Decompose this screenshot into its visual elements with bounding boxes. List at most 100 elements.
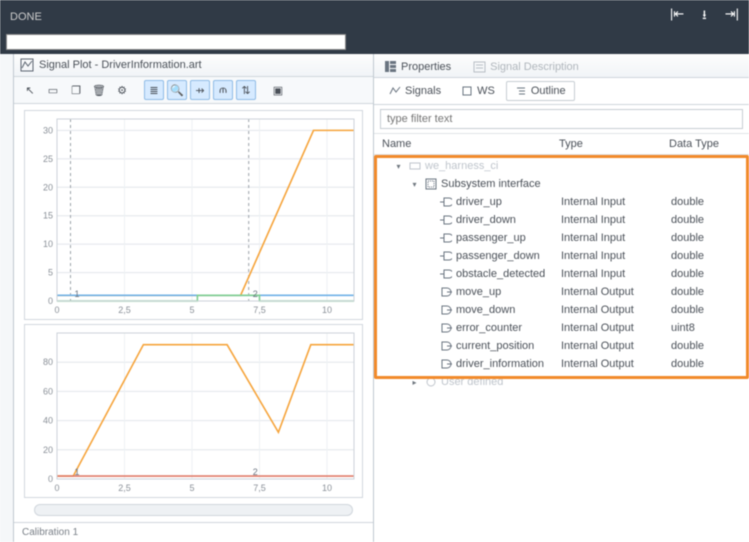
download-icon[interactable]: ⭳ <box>702 6 707 28</box>
plot-scrollbar[interactable] <box>34 504 353 516</box>
tree-row[interactable]: move_up Internal Output double <box>380 283 743 301</box>
tool-cursor1-icon[interactable]: ⇸ <box>190 80 210 100</box>
subtab-outline[interactable]: Outline <box>506 81 575 101</box>
signal-datatype: double <box>671 340 743 352</box>
calibration-label: Calibration 1 <box>14 522 373 542</box>
chart-top[interactable]: 05101520253002,557,51012 <box>24 110 363 320</box>
port-in-icon <box>440 269 452 279</box>
tool-cursor2-icon[interactable]: ⫙ <box>213 80 233 100</box>
signal-datatype: uint8 <box>671 322 743 334</box>
col-name[interactable]: Name <box>382 138 559 150</box>
properties-panel: Properties Signal Description Signals WS… <box>374 54 749 542</box>
tab-properties-label: Properties <box>401 61 451 73</box>
signal-name: driver_up <box>456 196 502 208</box>
svg-text:60: 60 <box>43 386 53 396</box>
outline-tree[interactable]: ▾ we_harness_ci ▾ Subsystem interface dr… <box>374 155 749 542</box>
tab-signal-description[interactable]: Signal Description <box>471 58 581 75</box>
signal-plot-icon <box>20 58 34 72</box>
signal-type: Internal Input <box>561 214 671 226</box>
workspace: Signal Plot - DriverInformation.art ↖ ▭ … <box>0 54 749 542</box>
signal-name: driver_down <box>456 214 516 226</box>
jump-end-icon[interactable]: ⇥| <box>725 6 739 28</box>
tree-row-truncated[interactable]: ▾ we_harness_ci <box>380 157 743 175</box>
signal-type: Internal Output <box>561 358 671 370</box>
svg-text:2,5: 2,5 <box>118 483 131 493</box>
expand-icon[interactable]: ▸ <box>410 378 419 387</box>
tree-row[interactable]: current_position Internal Output double <box>380 337 743 355</box>
svg-text:30: 30 <box>43 125 53 135</box>
col-type[interactable]: Type <box>559 138 669 150</box>
chart-bottom[interactable]: 02040608002,557,51012 <box>24 324 363 498</box>
tool-list-icon[interactable]: ≣ <box>144 80 164 100</box>
port-in-icon <box>440 215 452 225</box>
svg-text:80: 80 <box>43 357 53 367</box>
subtab-signals-label: Signals <box>405 85 441 97</box>
signal-type: Internal Output <box>561 340 671 352</box>
svg-text:10: 10 <box>322 483 332 493</box>
signal-datatype: double <box>671 304 743 316</box>
signal-plot-panel: Signal Plot - DriverInformation.art ↖ ▭ … <box>14 54 374 542</box>
expand-icon[interactable]: ▾ <box>394 162 403 171</box>
signal-plot-title: Signal Plot - DriverInformation.art <box>39 59 202 71</box>
tree-label: User defined <box>441 376 503 388</box>
svg-text:0: 0 <box>48 474 53 484</box>
address-input[interactable] <box>6 34 346 50</box>
tree-row-group[interactable]: ▾ Subsystem interface <box>380 175 743 193</box>
svg-text:20: 20 <box>43 445 53 455</box>
svg-text:5: 5 <box>189 483 194 493</box>
signal-name: passenger_up <box>456 232 526 244</box>
tool-trash-icon[interactable]: 🗑 <box>89 80 109 100</box>
signal-type: Internal Input <box>561 268 671 280</box>
signal-name: current_position <box>456 340 534 352</box>
tree-row[interactable]: obstacle_detected Internal Input double <box>380 265 743 283</box>
filter-input[interactable] <box>380 109 743 129</box>
subtab-signals[interactable]: Signals <box>380 81 450 101</box>
svg-text:20: 20 <box>43 182 53 192</box>
jump-start-icon[interactable]: |⇤ <box>670 6 684 28</box>
tree-row[interactable]: driver_up Internal Input double <box>380 193 743 211</box>
tool-sort-icon[interactable]: ⇅ <box>236 80 256 100</box>
signal-type: Internal Output <box>561 286 671 298</box>
status-label: DONE <box>10 11 42 23</box>
port-in-icon <box>440 233 452 243</box>
port-in-icon <box>440 251 452 261</box>
col-datatype[interactable]: Data Type <box>669 138 741 150</box>
svg-text:25: 25 <box>43 154 53 164</box>
right-sub-tabs: Signals WS Outline <box>374 78 749 105</box>
tree-row[interactable]: passenger_down Internal Input double <box>380 247 743 265</box>
tree-row[interactable]: move_down Internal Output double <box>380 301 743 319</box>
tree-row[interactable]: driver_down Internal Input double <box>380 211 743 229</box>
expand-icon[interactable]: ▾ <box>410 180 419 189</box>
port-out-icon <box>440 323 452 333</box>
port-out-icon <box>440 287 452 297</box>
tool-config-icon[interactable]: ⚙ <box>112 80 132 100</box>
address-bar <box>0 34 749 54</box>
signal-datatype: double <box>671 286 743 298</box>
outline-icon <box>515 85 527 97</box>
tool-zoom-icon[interactable]: 🔍 <box>167 80 187 100</box>
tree-row[interactable]: error_counter Internal Output uint8 <box>380 319 743 337</box>
tab-properties[interactable]: Properties <box>382 58 453 75</box>
tree-row[interactable]: driver_information Internal Output doubl… <box>380 355 743 373</box>
signal-type: Internal Output <box>561 322 671 334</box>
subtab-ws[interactable]: WS <box>452 81 504 101</box>
tree-label: Subsystem interface <box>441 178 541 190</box>
tool-fit-icon[interactable]: ▣ <box>268 80 288 100</box>
signal-datatype: double <box>671 232 743 244</box>
tool-save-icon[interactable]: ▭ <box>43 80 63 100</box>
svg-text:10: 10 <box>43 239 53 249</box>
tree-row-truncated[interactable]: ▸ User defined <box>380 373 743 391</box>
topbar-controls: |⇤ ⭳ ⇥| <box>670 6 739 28</box>
svg-text:2: 2 <box>253 289 258 299</box>
subsystem-icon <box>425 178 437 190</box>
top-bar: DONE |⇤ ⭳ ⇥| <box>0 0 749 34</box>
signal-datatype: double <box>671 214 743 226</box>
port-out-icon <box>440 359 452 369</box>
signal-datatype: double <box>671 268 743 280</box>
svg-text:15: 15 <box>43 211 53 221</box>
tree-row[interactable]: passenger_up Internal Input double <box>380 229 743 247</box>
folder-icon <box>425 376 437 388</box>
tool-cursor-icon[interactable]: ↖ <box>20 80 40 100</box>
properties-icon <box>384 60 397 73</box>
tool-copy-icon[interactable]: ❐ <box>66 80 86 100</box>
